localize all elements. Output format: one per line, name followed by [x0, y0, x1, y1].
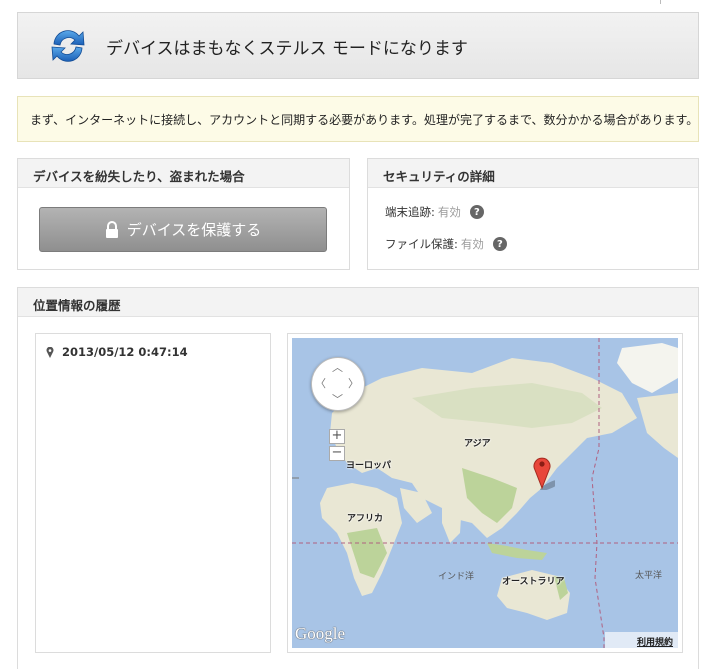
- pan-up-icon[interactable]: ︿: [332, 362, 343, 373]
- map-frame: アジア ヨーロッパ アフリカ オーストラリア インド洋 太平洋 ︿ ﹀ 〈 〉 …: [287, 333, 683, 653]
- device-tracking-label: 端末追跡:: [385, 205, 435, 219]
- top-line: [0, 0, 720, 4]
- pan-down-icon[interactable]: ﹀: [332, 394, 343, 405]
- stealth-mode-header: デバイスはまもなくステルス モードになります: [17, 12, 699, 79]
- map-label-pacific-ocean: 太平洋: [635, 571, 663, 581]
- file-protection-value: 有効: [460, 237, 484, 251]
- lost-device-panel: デバイスを紛失したり、盗まれた場合 デバイスを保護する: [17, 158, 350, 270]
- pan-control[interactable]: ︿ ﹀ 〈 〉: [311, 357, 365, 411]
- location-list-item[interactable]: 2013/05/12 0:47:14: [46, 345, 188, 359]
- location-history-panel: 位置情報の履歴 2013/05/12 0:47:14 アジア ヨーロッパ アフリ…: [17, 287, 699, 669]
- sync-icon: [51, 30, 85, 62]
- file-protection-row: ファイル保護: 有効 ?: [385, 236, 507, 252]
- help-icon[interactable]: ?: [469, 205, 484, 219]
- location-history-title: 位置情報の履歴: [18, 288, 698, 317]
- device-tracking-value: 有効: [437, 205, 461, 219]
- location-timestamp: 2013/05/12 0:47:14: [62, 345, 188, 359]
- lock-icon: [105, 220, 118, 238]
- map-label-indian-ocean: インド洋: [438, 572, 475, 582]
- top-tick: [660, 0, 661, 4]
- lost-device-panel-title: デバイスを紛失したり、盗まれた場合: [18, 159, 349, 188]
- sync-notice: まず、インターネットに接続し、アカウントと同期する必要があります。処理が完了する…: [17, 96, 699, 142]
- location-list: 2013/05/12 0:47:14: [35, 333, 271, 653]
- terms-link[interactable]: 利用規約: [604, 632, 678, 648]
- protect-device-button[interactable]: デバイスを保護する: [39, 207, 327, 252]
- zoom-in-button[interactable]: +: [329, 429, 345, 444]
- pan-left-icon[interactable]: 〈: [315, 378, 326, 389]
- map-pin-icon: [46, 346, 54, 358]
- protect-device-label: デバイスを保護する: [126, 221, 262, 239]
- location-map[interactable]: アジア ヨーロッパ アフリカ オーストラリア インド洋 太平洋 ︿ ﹀ 〈 〉 …: [292, 338, 678, 648]
- google-logo: Google: [295, 624, 346, 643]
- security-details-panel: セキュリティの詳細 端末追跡: 有効 ? ファイル保護: 有効 ?: [367, 158, 699, 270]
- pan-right-icon[interactable]: 〉: [348, 378, 359, 389]
- map-label-europe: ヨーロッパ: [346, 461, 392, 471]
- map-label-australia: オーストラリア: [502, 577, 565, 587]
- device-tracking-row: 端末追跡: 有効 ?: [385, 204, 484, 220]
- zoom-out-button[interactable]: −: [329, 446, 345, 461]
- location-marker-icon[interactable]: [533, 454, 555, 490]
- page-title: デバイスはまもなくステルス モードになります: [106, 39, 468, 59]
- map-label-africa: アフリカ: [347, 514, 384, 524]
- security-details-title: セキュリティの詳細: [368, 159, 698, 188]
- help-icon[interactable]: ?: [492, 237, 507, 251]
- file-protection-label: ファイル保護:: [385, 237, 458, 251]
- map-label-asia: アジア: [464, 439, 491, 449]
